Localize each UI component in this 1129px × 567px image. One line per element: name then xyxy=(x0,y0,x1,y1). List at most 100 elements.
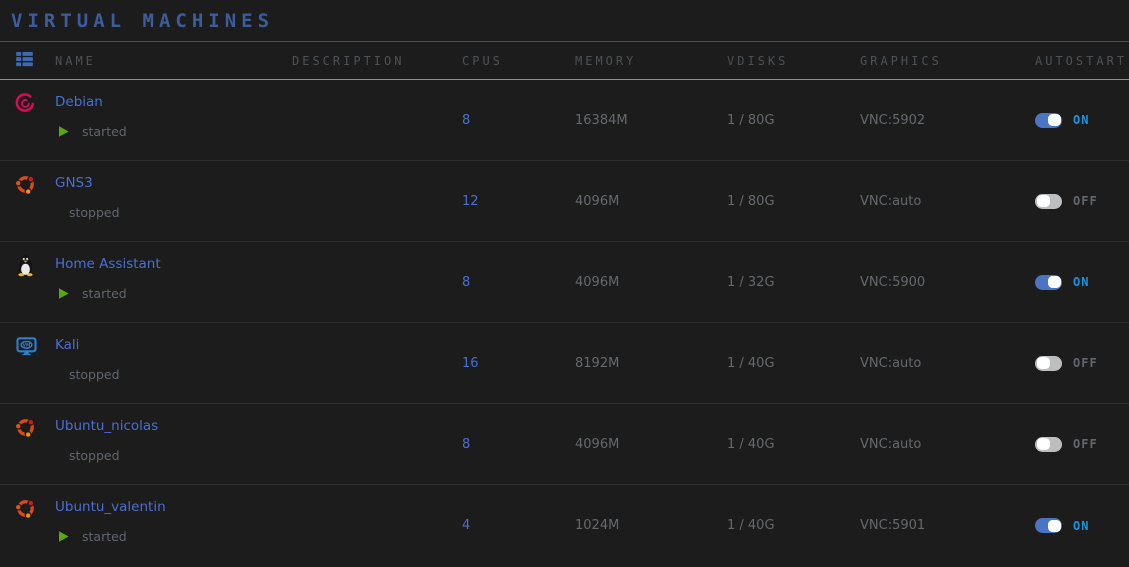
vm-table-row: GNS3 stopped 12 4096M 1 / 80G VNC:auto O… xyxy=(0,161,1129,242)
column-header-memory: MEMORY xyxy=(575,54,727,68)
vm-graphics: VNC:auto xyxy=(860,161,1035,241)
ubuntu-logo-icon xyxy=(14,497,37,520)
vm-table-row: Kali stopped 16 8192M 1 / 40G VNC:auto O… xyxy=(0,323,1129,404)
column-header-autostart: AUTOSTART xyxy=(1035,54,1127,68)
vm-cpus-link[interactable]: 4 xyxy=(462,518,470,533)
vm-status-label: started xyxy=(82,529,127,544)
vm-description xyxy=(292,404,462,484)
vm-vdisks: 1 / 80G xyxy=(727,80,860,160)
toggle-knob xyxy=(1048,114,1061,126)
vm-memory: 16384M xyxy=(575,80,727,160)
autostart-state-label: ON xyxy=(1073,275,1089,289)
vm-memory: 4096M xyxy=(575,161,727,241)
vm-os-icon-cell xyxy=(14,161,55,241)
vm-manager-page: VIRTUAL MACHINES NAME DESCRIPTION CPUS M… xyxy=(0,0,1129,567)
vm-status-label: stopped xyxy=(69,448,120,463)
vm-os-icon-cell xyxy=(14,80,55,160)
vm-description xyxy=(292,323,462,403)
column-header-vdisks: VDISKS xyxy=(727,54,860,68)
vm-name-link[interactable]: Ubuntu_valentin xyxy=(55,499,166,515)
vm-status-label: started xyxy=(82,124,127,139)
toggle-knob xyxy=(1037,195,1050,207)
vm-status: stopped xyxy=(57,448,120,463)
debian-logo-icon xyxy=(14,92,37,115)
vm-status-label: stopped xyxy=(69,367,120,382)
autostart-toggle[interactable] xyxy=(1035,356,1062,371)
vm-graphics: VNC:auto xyxy=(860,323,1035,403)
vm-memory: 4096M xyxy=(575,404,727,484)
autostart-state-label: OFF xyxy=(1073,194,1098,208)
vm-name-cell: Ubuntu_valentin started xyxy=(55,485,292,566)
vm-vdisks: 1 / 40G xyxy=(727,323,860,403)
toggle-knob xyxy=(1048,276,1061,288)
vm-status: stopped xyxy=(57,367,120,382)
tux-linux-icon xyxy=(14,254,37,277)
column-header-cpus: CPUS xyxy=(462,54,575,68)
vm-name-cell: Ubuntu_nicolas stopped xyxy=(55,404,292,484)
ubuntu-logo-icon xyxy=(14,416,37,439)
vm-name-cell: Kali stopped xyxy=(55,323,292,403)
vm-graphics: VNC:auto xyxy=(860,404,1035,484)
vm-vdisks: 1 / 40G xyxy=(727,404,860,484)
toggle-knob xyxy=(1037,438,1050,450)
vm-name-cell: Home Assistant started xyxy=(55,242,292,322)
vm-autostart-cell: OFF xyxy=(1035,404,1119,484)
vm-os-icon-cell xyxy=(14,323,55,403)
vm-graphics: VNC:5901 xyxy=(860,485,1035,566)
vm-name-link[interactable]: Ubuntu_nicolas xyxy=(55,418,158,434)
vm-cpus-link[interactable]: 8 xyxy=(462,113,470,128)
vm-description xyxy=(292,80,462,160)
vm-name-link[interactable]: GNS3 xyxy=(55,175,93,191)
vm-name-link[interactable]: Home Assistant xyxy=(55,256,161,272)
vm-name-link[interactable]: Debian xyxy=(55,94,103,110)
vm-status: started xyxy=(57,286,127,301)
autostart-toggle[interactable] xyxy=(1035,437,1062,452)
vm-memory: 8192M xyxy=(575,323,727,403)
page-title: VIRTUAL MACHINES xyxy=(11,10,274,32)
autostart-toggle[interactable] xyxy=(1035,113,1062,128)
autostart-state-label: ON xyxy=(1073,519,1089,533)
vm-cpus-link[interactable]: 12 xyxy=(462,194,479,209)
vm-table-row: Ubuntu_nicolas stopped 8 4096M 1 / 40G V… xyxy=(0,404,1129,485)
vm-cpus-link[interactable]: 16 xyxy=(462,356,479,371)
vm-autostart-cell: OFF xyxy=(1035,161,1119,241)
started-play-icon xyxy=(57,287,70,300)
started-play-icon xyxy=(57,530,70,543)
vm-os-icon-cell xyxy=(14,404,55,484)
vm-status-label: stopped xyxy=(69,205,120,220)
vm-autostart-cell: OFF xyxy=(1035,323,1119,403)
table-view-toggle-button[interactable] xyxy=(14,49,55,73)
vm-description xyxy=(292,242,462,322)
column-header-description: DESCRIPTION xyxy=(292,54,462,68)
vm-autostart-cell: ON xyxy=(1035,242,1119,322)
autostart-toggle[interactable] xyxy=(1035,194,1062,209)
vm-autostart-cell: ON xyxy=(1035,80,1119,160)
vm-os-icon-cell xyxy=(14,242,55,322)
vm-table-row: Debian started 8 16384M 1 / 80G VNC:5902… xyxy=(0,80,1129,161)
autostart-toggle[interactable] xyxy=(1035,275,1062,290)
autostart-toggle[interactable] xyxy=(1035,518,1062,533)
vm-status: started xyxy=(57,529,127,544)
vm-vdisks: 1 / 40G xyxy=(727,485,860,566)
table-header-row: NAME DESCRIPTION CPUS MEMORY VDISKS GRAP… xyxy=(0,42,1129,80)
vm-table-body: Debian started 8 16384M 1 / 80G VNC:5902… xyxy=(0,80,1129,566)
vm-status: stopped xyxy=(57,205,120,220)
vm-description xyxy=(292,161,462,241)
vm-monitor-icon xyxy=(14,335,39,358)
vm-cpus-link[interactable]: 8 xyxy=(462,437,470,452)
vm-table-row: Ubuntu_valentin started 4 1024M 1 / 40G … xyxy=(0,485,1129,566)
vm-cpus-link[interactable]: 8 xyxy=(462,275,470,290)
started-play-icon xyxy=(57,125,70,138)
vm-memory: 4096M xyxy=(575,242,727,322)
toggle-knob xyxy=(1037,357,1050,369)
column-header-graphics: GRAPHICS xyxy=(860,54,1035,68)
section-titlebar: VIRTUAL MACHINES xyxy=(0,0,1129,42)
toggle-knob xyxy=(1048,520,1061,532)
vm-description xyxy=(292,485,462,566)
vm-name-cell: GNS3 stopped xyxy=(55,161,292,241)
column-header-name: NAME xyxy=(55,54,292,68)
vm-vdisks: 1 / 80G xyxy=(727,161,860,241)
vm-status-label: started xyxy=(82,286,127,301)
vm-name-link[interactable]: Kali xyxy=(55,337,79,353)
autostart-state-label: OFF xyxy=(1073,356,1098,370)
